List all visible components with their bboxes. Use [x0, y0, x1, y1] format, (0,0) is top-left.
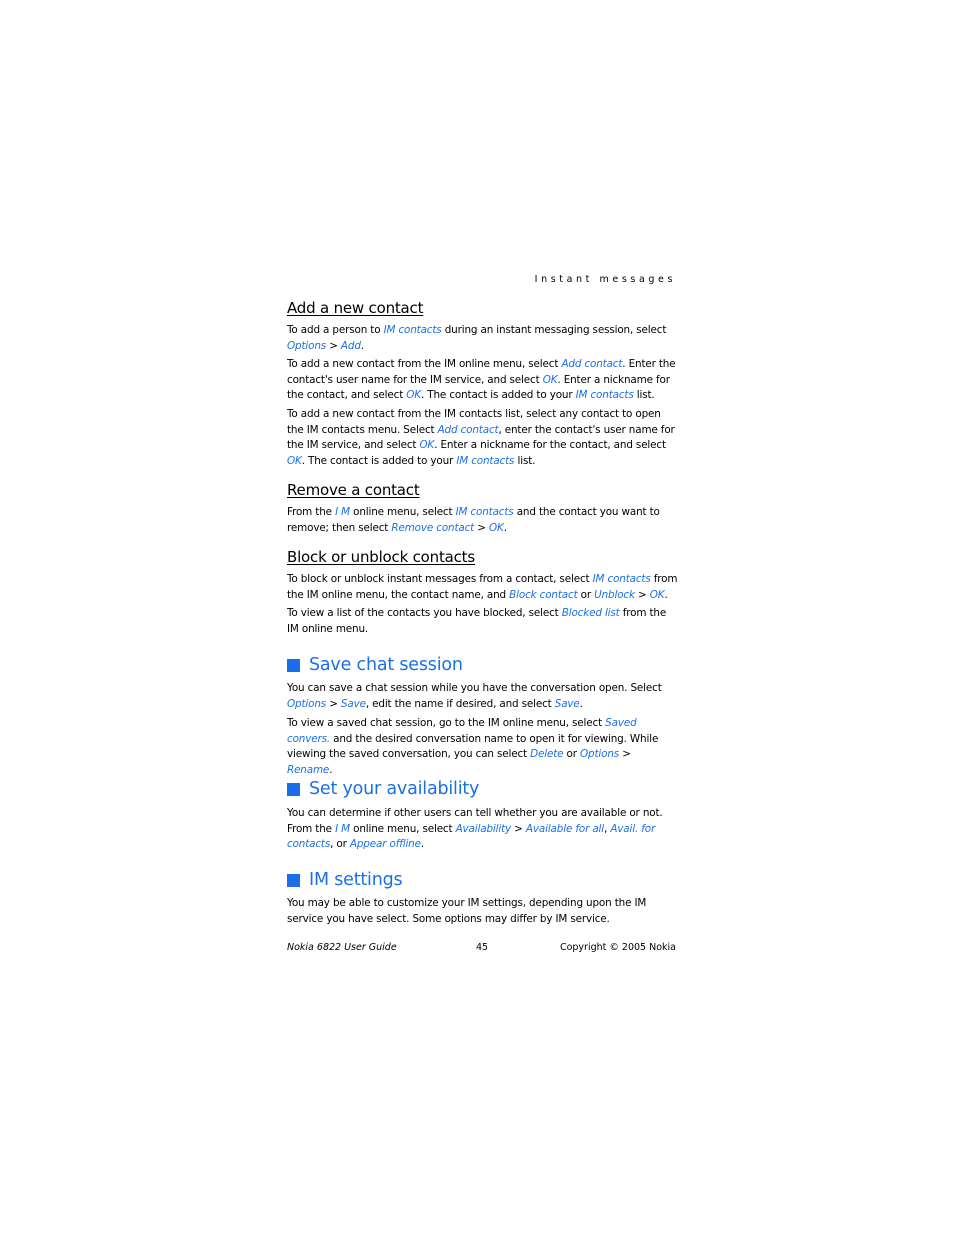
- menu-reference: OK: [542, 373, 558, 386]
- menu-reference: Add contact: [437, 423, 499, 436]
- menu-reference: OK: [649, 588, 665, 601]
- menu-reference: Availability: [455, 822, 512, 835]
- menu-reference: OK: [489, 521, 504, 534]
- footer-guide-title: Nokia 6822 User Guide: [287, 942, 397, 953]
- menu-reference: Remove contact: [391, 521, 475, 534]
- menu-reference: Options: [580, 748, 620, 761]
- menu-reference: IM contacts: [455, 506, 514, 518]
- paragraph: To view a list of the contacts you have …: [287, 607, 667, 635]
- menu-reference: IM contacts: [575, 389, 634, 402]
- menu-reference: IM contacts: [383, 324, 442, 336]
- paragraph: To block or unblock instant messages fro…: [287, 573, 678, 601]
- menu-reference: IM contacts: [456, 454, 515, 467]
- page-number: 45: [476, 942, 489, 953]
- heading-block-contacts: Block or unblock contacts: [287, 548, 475, 566]
- paragraph: To add a person to IM contacts during an…: [287, 324, 667, 352]
- menu-reference: Add: [340, 339, 361, 352]
- section-title-im-settings: IM settings: [287, 870, 403, 890]
- paragraph: You can determine if other users can tel…: [287, 807, 663, 851]
- menu-reference: Add contact: [561, 358, 623, 370]
- menu-reference: Rename: [287, 763, 330, 776]
- menu-reference: I M: [335, 822, 350, 835]
- paragraph: To add a new contact from the IM online …: [287, 358, 676, 402]
- paragraph: You may be able to customize your IM set…: [287, 897, 647, 925]
- section-title-save-chat: Save chat session: [287, 655, 463, 675]
- section-square-icon: [287, 873, 300, 887]
- paragraph: To add a new contact from the IM contact…: [287, 408, 675, 467]
- footer-copyright: Copyright © 2005 Nokia: [559, 942, 676, 953]
- menu-reference: Delete: [530, 748, 564, 761]
- menu-reference: Options: [287, 339, 327, 352]
- section-square-icon: [287, 782, 300, 796]
- menu-reference: Blocked list: [561, 607, 620, 619]
- paragraph: To view a saved chat session, go to the …: [287, 717, 659, 776]
- menu-reference: Appear offline: [349, 838, 421, 851]
- section-square-icon: [287, 658, 300, 672]
- menu-reference: IM contacts: [592, 573, 651, 585]
- menu-reference: OK: [419, 439, 435, 452]
- heading-remove-contact: Remove a contact: [287, 481, 420, 499]
- menu-reference: Block contact: [509, 588, 578, 601]
- section-title-text: IM settings: [309, 870, 403, 890]
- menu-reference: Available for all: [525, 822, 605, 835]
- menu-reference: OK: [406, 389, 421, 402]
- paragraph: From the I M online menu, select IM cont…: [287, 506, 660, 534]
- section-title-text: Set your availability: [309, 779, 480, 799]
- menu-reference: Save: [340, 697, 366, 710]
- menu-reference: I M: [335, 506, 350, 518]
- section-title-availability: Set your availability: [287, 779, 479, 799]
- menu-reference: Options: [287, 697, 327, 710]
- menu-reference: OK: [287, 454, 302, 467]
- running-head: Instant messages: [534, 274, 676, 285]
- menu-reference: Save: [554, 697, 580, 710]
- paragraph: You can save a chat session while you ha…: [287, 682, 662, 710]
- menu-reference: Saved convers.: [287, 717, 637, 745]
- section-title-text: Save chat session: [309, 655, 463, 675]
- menu-reference: Unblock: [594, 588, 635, 601]
- heading-add-contact: Add a new contact: [287, 299, 424, 317]
